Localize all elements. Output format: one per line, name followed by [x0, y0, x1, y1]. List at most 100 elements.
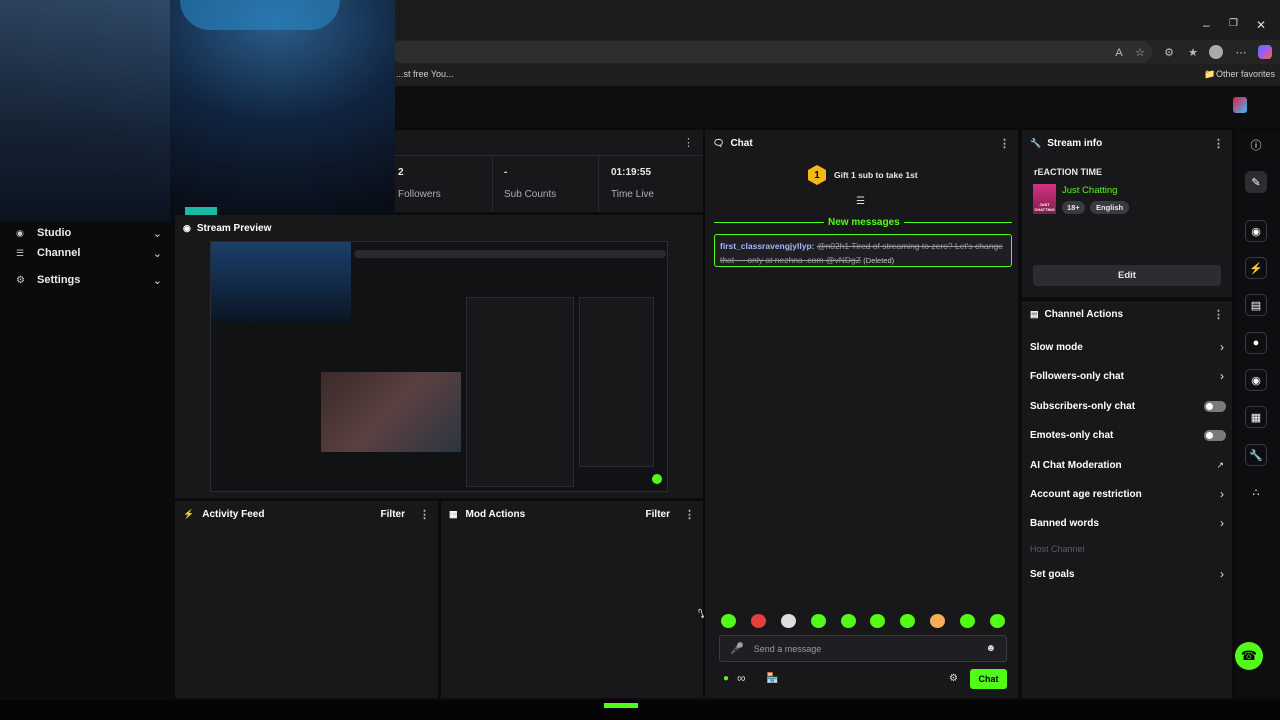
action-banned-words[interactable]: Banned words › [1030, 515, 1224, 531]
studio-icon: ◉ [16, 227, 24, 238]
sidebar-item-label: Settings [37, 274, 81, 286]
right-icon-rail: ⓘ ✎ ◉ ⚡ ▤ ● ◉ ▦ 🔧 ∴ ☎ [1235, 130, 1280, 698]
pencil-icon[interactable]: ✎ [1245, 171, 1267, 193]
close-icon[interactable]: ✕ [1256, 18, 1266, 32]
gift-sub-banner[interactable]: 1 Gift 1 sub to take 1st [808, 165, 938, 185]
action-host-channel: Host Channel [1030, 541, 1224, 557]
mod-actions-panel: ▦ Mod Actions Filter ⋮ [441, 501, 703, 698]
folder-icon: 📁 [1204, 69, 1216, 79]
chat-bubble-icon[interactable]: ● [1245, 332, 1267, 354]
microphone-icon[interactable]: 🎤 [730, 642, 744, 655]
sidebar-item-label: Studio [37, 227, 72, 239]
action-account-age[interactable]: Account age restriction › [1030, 486, 1224, 502]
copilot-icon[interactable] [1258, 45, 1272, 59]
panel-title: Stream Preview [196, 222, 272, 234]
action-slow-mode[interactable]: Slow mode › [1030, 339, 1224, 355]
stream-info-panel: 🔧 Stream info ⋮ rEACTION TIME JUST CHATT… [1022, 130, 1232, 297]
emote-icon[interactable] [750, 614, 766, 628]
pin-icon[interactable]: ☰ [856, 196, 865, 207]
broadcast-icon[interactable]: ◉ [1245, 369, 1267, 391]
category-link[interactable]: Just Chatting [1062, 185, 1117, 196]
document-icon[interactable]: ▤ [1245, 294, 1267, 316]
category-thumbnail[interactable]: JUST CHATTING [1033, 184, 1056, 214]
sidebar-item-settings[interactable]: ⚙ Settings ⌄ [16, 269, 162, 291]
emote-icon[interactable] [810, 614, 826, 628]
channel-actions-menu-icon[interactable]: ⋮ [1213, 308, 1224, 321]
chat-input[interactable]: 🎤 Send a message ☻ [719, 635, 1007, 662]
chevron-down-icon: ⌄ [152, 274, 162, 287]
edit-stream-button[interactable]: Edit [1033, 265, 1221, 286]
activity-filter-button[interactable]: Filter [381, 509, 405, 520]
mod-filter-button[interactable]: Filter [646, 509, 670, 520]
community-icon[interactable]: ● [723, 673, 729, 684]
chat-username[interactable]: first_classravengjyllyp: [720, 241, 815, 251]
activity-menu-icon[interactable]: ⋮ [419, 508, 430, 521]
action-emotes-only[interactable]: Emotes-only chat [1030, 427, 1226, 443]
sidebar-item-channel[interactable]: ☰ Channel ⌄ [16, 242, 162, 264]
panel-title: Mod Actions [465, 508, 526, 520]
wrench-icon[interactable]: 🔧 [1245, 444, 1267, 466]
favorites-icon[interactable]: ★ [1186, 46, 1200, 60]
infinity-icon[interactable]: ∞ [737, 671, 746, 685]
new-messages-label: New messages [824, 217, 904, 228]
tag-badge[interactable]: English [1090, 201, 1130, 214]
sidebar-item-studio[interactable]: ◉ Studio ⌄ [16, 222, 162, 244]
panel-title: Activity Feed [202, 508, 265, 520]
tag-badge[interactable]: 18+ [1062, 201, 1085, 214]
maximize-icon[interactable]: ❐ [1229, 18, 1238, 29]
store-icon[interactable]: 🏪 [766, 673, 778, 684]
lightning-icon[interactable]: ⚡ [1245, 257, 1267, 279]
stream-info-menu-icon[interactable]: ⋮ [1213, 137, 1224, 150]
emote-icon[interactable] [870, 614, 886, 628]
read-aloud-icon[interactable]: A [1112, 46, 1126, 60]
stream-preview-panel: ◉ Stream Preview [175, 215, 703, 498]
emotes-only-toggle[interactable] [1204, 429, 1226, 441]
apps-icon[interactable]: ∴ [1245, 481, 1267, 503]
gift-badge: 1 [808, 165, 826, 185]
emote-icon[interactable] [900, 614, 916, 628]
sidebar-item-label: Channel [37, 247, 81, 259]
support-icon[interactable]: ☎ [1235, 642, 1263, 670]
chevron-right-icon: › [1220, 567, 1224, 581]
send-chat-button[interactable]: Chat [970, 669, 1007, 689]
favorite-star-icon[interactable]: ☆ [1133, 46, 1147, 60]
action-followers-only[interactable]: Followers-only chat › [1030, 368, 1224, 384]
camera-icon[interactable]: ◉ [1245, 220, 1267, 242]
action-ai-moderation[interactable]: AI Chat Moderation ↗ [1030, 457, 1224, 473]
stat-value: 01:19:55 [611, 167, 652, 178]
profile-avatar[interactable] [1209, 45, 1223, 59]
mod-menu-icon[interactable]: ⋮ [684, 508, 695, 521]
emote-icon[interactable] [840, 614, 856, 628]
chat-settings-icon[interactable]: ⚙ [949, 673, 958, 684]
subscribers-only-toggle[interactable] [1204, 400, 1226, 412]
wrench-icon: 🔧 [1030, 137, 1042, 148]
external-link-icon: ↗ [1216, 459, 1224, 470]
action-set-goals[interactable]: Set goals › [1030, 566, 1224, 582]
address-bar[interactable] [392, 41, 1152, 63]
more-menu-icon[interactable]: ⋯ [1234, 46, 1248, 60]
preview-chat [466, 297, 574, 487]
app-logo-icon[interactable] [1233, 97, 1247, 113]
layout-icon[interactable]: ▦ [1245, 406, 1267, 428]
emote-icon[interactable] [960, 614, 975, 628]
extensions-icon[interactable]: ⚙ [1162, 46, 1176, 60]
chat-menu-icon[interactable]: ⋮ [999, 137, 1010, 150]
emoji-icon[interactable]: ☻ [985, 643, 996, 654]
action-subscribers-only[interactable]: Subscribers-only chat [1030, 398, 1226, 414]
stream-preview-video[interactable] [210, 241, 668, 492]
emote-icon[interactable] [989, 614, 1005, 628]
emote-icon[interactable] [721, 614, 736, 628]
action-label: Emotes-only chat [1030, 429, 1114, 441]
thumbnail-text: JUST CHATTING [1034, 202, 1055, 212]
emote-icon[interactable] [780, 614, 796, 628]
activity-feed-panel: ⚡ Activity Feed Filter ⋮ [175, 501, 438, 698]
panel-title: Channel Actions [1044, 308, 1124, 320]
chat-message[interactable]: first_classravengjyllyp: @n02h1 Tired of… [714, 234, 1012, 267]
other-favorites-link[interactable]: Other favorites [1216, 69, 1275, 79]
emote-icon[interactable] [930, 614, 946, 628]
favorites-item[interactable]: ...st free You... [396, 69, 454, 79]
stats-menu-icon[interactable]: ⋮ [683, 136, 694, 149]
chat-bubble-icon: 🗨 [713, 137, 725, 148]
info-icon[interactable]: ⓘ [1245, 134, 1267, 156]
minimize-icon[interactable]: – [1203, 18, 1210, 32]
